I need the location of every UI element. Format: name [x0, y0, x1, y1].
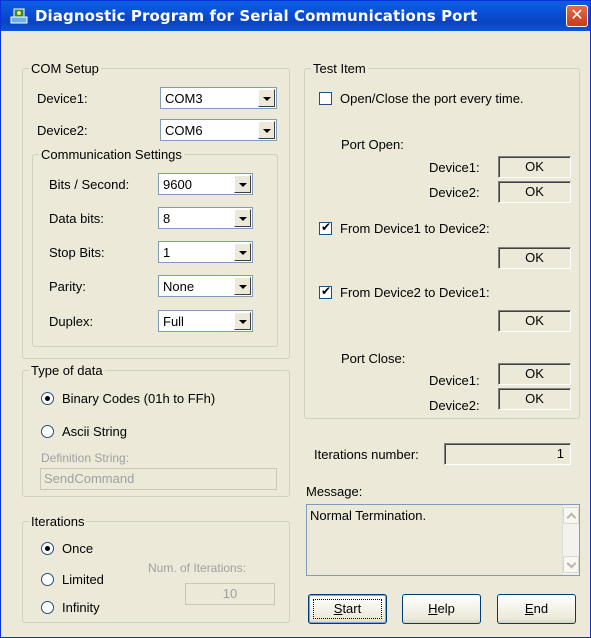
help-accel: H [428, 601, 438, 616]
test-item-legend: Test Item [313, 61, 366, 76]
bits-per-second-label: Bits / Second: [49, 177, 130, 192]
limited-label[interactable]: Limited [62, 572, 104, 587]
chevron-down-icon[interactable] [234, 175, 251, 193]
iterations-number-field: 1 [444, 443, 571, 465]
port-close-device2-label: Device2: [429, 398, 480, 413]
num-of-iterations-label: Num. of Iterations: [148, 561, 247, 575]
message-box[interactable]: Normal Termination. [306, 504, 580, 576]
window-title: Diagnostic Program for Serial Communicat… [35, 7, 478, 25]
message-text: Normal Termination. [310, 508, 427, 523]
stop-bits-label: Stop Bits: [49, 245, 105, 260]
port-close-device1-label: Device1: [429, 373, 480, 388]
device1-label: Device1: [37, 91, 88, 106]
infinity-label[interactable]: Infinity [62, 600, 100, 615]
port-open-label: Port Open: [341, 137, 404, 152]
device1-value: COM3 [165, 91, 203, 106]
end-button[interactable]: End [497, 594, 576, 624]
parity-select[interactable]: None [158, 275, 253, 297]
port-close-device1-status: OK [498, 363, 571, 385]
ascii-string-radio[interactable] [41, 425, 54, 438]
help-label: elp [437, 601, 455, 616]
chevron-down-icon[interactable] [234, 209, 251, 227]
bits-per-second-value: 9600 [163, 177, 192, 192]
bits-per-second-select[interactable]: 9600 [158, 173, 253, 195]
parity-label: Parity: [49, 279, 86, 294]
data-bits-value: 8 [163, 211, 171, 226]
device1-to-device2-label[interactable]: From Device1 to Device2: [340, 221, 490, 236]
stop-bits-select[interactable]: 1 [158, 241, 253, 263]
scroll-up-icon[interactable] [563, 507, 579, 524]
device2-to-device1-checkbox[interactable] [319, 284, 332, 299]
infinity-radio[interactable] [41, 601, 54, 614]
communication-settings-legend: Communication Settings [41, 147, 182, 162]
device2-value: COM6 [165, 123, 203, 138]
start-button[interactable]: Start [308, 594, 387, 624]
chevron-down-icon[interactable] [234, 277, 251, 295]
help-button[interactable]: Help [402, 594, 481, 624]
device1-to-device2-status: OK [498, 247, 571, 269]
iterations-legend: Iterations [31, 514, 85, 529]
duplex-select[interactable]: Full [158, 310, 253, 332]
chevron-down-icon[interactable] [258, 121, 275, 139]
port-open-device2-label: Device2: [429, 185, 480, 200]
parity-value: None [163, 279, 195, 294]
open-close-label[interactable]: Open/Close the port every time. [340, 91, 524, 106]
end-label: nd [533, 601, 549, 616]
open-close-checkbox[interactable] [319, 92, 332, 105]
ascii-string-label[interactable]: Ascii String [62, 424, 127, 439]
title-bar[interactable]: Diagnostic Program for Serial Communicat… [1, 1, 590, 31]
focus-rect [313, 599, 382, 619]
duplex-label: Duplex: [49, 314, 94, 329]
message-scrollbar[interactable] [562, 505, 579, 575]
device2-label: Device2: [37, 123, 88, 138]
port-open-device2-status: OK [498, 181, 571, 203]
definition-string-label: Definition String: [41, 451, 130, 465]
limited-radio[interactable] [41, 573, 54, 586]
binary-codes-radio[interactable] [41, 392, 54, 405]
device2-to-device1-label[interactable]: From Device2 to Device1: [340, 285, 490, 300]
network-computer-icon [10, 7, 28, 25]
device2-select[interactable]: COM6 [160, 119, 277, 141]
port-close-device2-status: OK [498, 388, 571, 410]
data-bits-select[interactable]: 8 [158, 207, 253, 229]
close-icon: ✕ [570, 7, 584, 24]
chevron-down-icon[interactable] [258, 89, 275, 107]
main-window: Diagnostic Program for Serial Communicat… [0, 0, 591, 638]
once-label[interactable]: Once [62, 541, 93, 556]
port-open-device1-status: OK [498, 156, 571, 178]
data-bits-label: Data bits: [49, 211, 104, 226]
end-accel: E [524, 601, 534, 616]
chevron-down-icon[interactable] [234, 243, 251, 261]
device1-to-device2-checkbox[interactable] [319, 220, 332, 235]
scroll-down-icon[interactable] [563, 556, 579, 573]
port-open-device1-label: Device1: [429, 160, 480, 175]
chevron-down-icon[interactable] [234, 312, 251, 330]
stop-bits-value: 1 [163, 245, 171, 260]
num-of-iterations-input[interactable]: 10 [185, 583, 275, 605]
once-radio[interactable] [41, 542, 54, 555]
definition-string-input[interactable]: SendCommand [40, 468, 277, 490]
binary-codes-label[interactable]: Binary Codes (01h to FFh) [62, 391, 215, 406]
message-label: Message: [306, 484, 363, 499]
close-button[interactable]: ✕ [566, 5, 588, 27]
duplex-value: Full [163, 314, 184, 329]
device2-to-device1-status: OK [498, 310, 571, 332]
device1-select[interactable]: COM3 [160, 87, 277, 109]
com-setup-legend: COM Setup [31, 61, 99, 76]
iterations-number-label: Iterations number: [314, 447, 419, 462]
port-close-label: Port Close: [341, 351, 406, 366]
type-of-data-legend: Type of data [31, 363, 103, 378]
